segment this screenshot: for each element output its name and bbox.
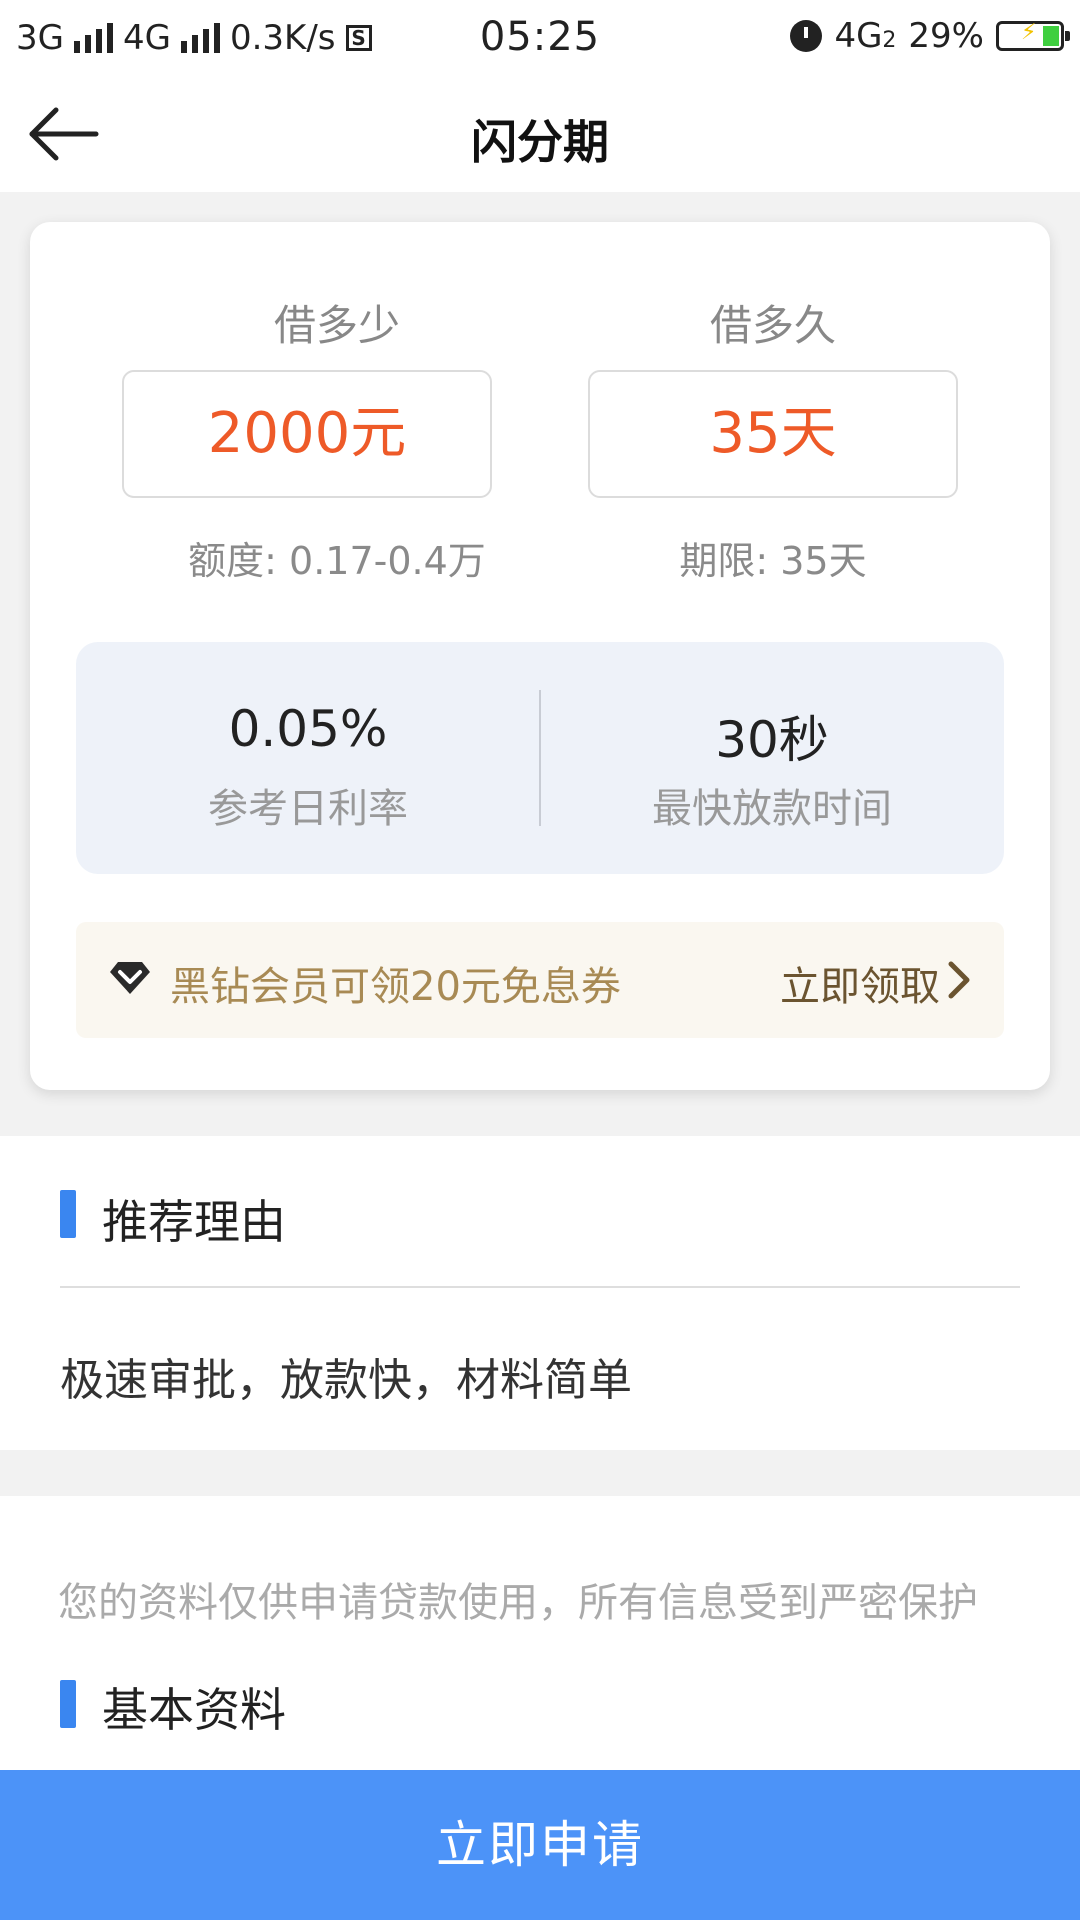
network3-label: 4G (834, 16, 883, 56)
status-bar-right: 4G2 29% ⚡ (790, 16, 1070, 56)
stats-panel: 0.05% 参考日利率 30秒 最快放款时间 (76, 642, 1004, 874)
section-divider (60, 1286, 1020, 1288)
section-marker (60, 1680, 76, 1728)
payout-time-value: 30秒 (715, 711, 829, 769)
section-marker (60, 1190, 76, 1238)
status-bar: 3G 4G 0.3K/s S 05:25 4G2 29% ⚡ (0, 0, 1080, 76)
vip-coupon-text: 黑钻会员可领20元免息券 (170, 964, 621, 1010)
alarm-icon (790, 20, 823, 52)
charging-icon: ⚡ (1021, 20, 1037, 45)
amount-range: 额度: 0.17-0.4万 (188, 539, 486, 583)
apply-now-button[interactable]: 立即申请 (0, 1770, 1080, 1920)
battery-fill (1042, 26, 1059, 46)
amount-label: 借多少 (273, 301, 400, 350)
amount-selector[interactable]: 2000元 (122, 370, 492, 498)
term-range: 期限: 35天 (679, 539, 867, 583)
loan-card: 借多少 2000元 额度: 0.17-0.4万 借多久 35天 期限: 35天 … (30, 222, 1050, 1090)
term-selector[interactable]: 35天 (588, 370, 958, 498)
reason-text: 极速审批，放款快，材料简单 (60, 1355, 632, 1406)
claim-now-link[interactable]: 立即领取 (780, 954, 940, 1012)
privacy-note: 您的资料仅供申请贷款使用，所有信息受到严密保护 (58, 1580, 978, 1626)
battery-percent: 29% (908, 16, 984, 56)
network3-sub: 2 (882, 28, 897, 53)
battery-icon: ⚡ (996, 20, 1070, 51)
reason-section: 推荐理由 极速审批，放款快，材料简单 (0, 1136, 1080, 1450)
daily-rate-value: 0.05% (228, 700, 388, 758)
basic-info-title: 基本资料 (102, 1683, 286, 1737)
reason-title: 推荐理由 (102, 1195, 286, 1249)
page-title: 闪分期 (471, 115, 609, 169)
daily-rate-label: 参考日利率 (208, 786, 408, 832)
term-label: 借多久 (709, 301, 836, 350)
payout-time-label: 最快放款时间 (652, 786, 892, 832)
diamond-icon (110, 962, 150, 994)
vip-coupon-banner[interactable]: 黑钻会员可领20元免息券 立即领取 (76, 922, 1004, 1038)
network-type-4g-2: 4G2 (834, 16, 896, 56)
basic-info-section: 您的资料仅供申请贷款使用，所有信息受到严密保护 基本资料 (0, 1496, 1080, 1770)
chevron-right-icon (948, 961, 970, 999)
nav-bar: 闪分期 (0, 76, 1080, 192)
